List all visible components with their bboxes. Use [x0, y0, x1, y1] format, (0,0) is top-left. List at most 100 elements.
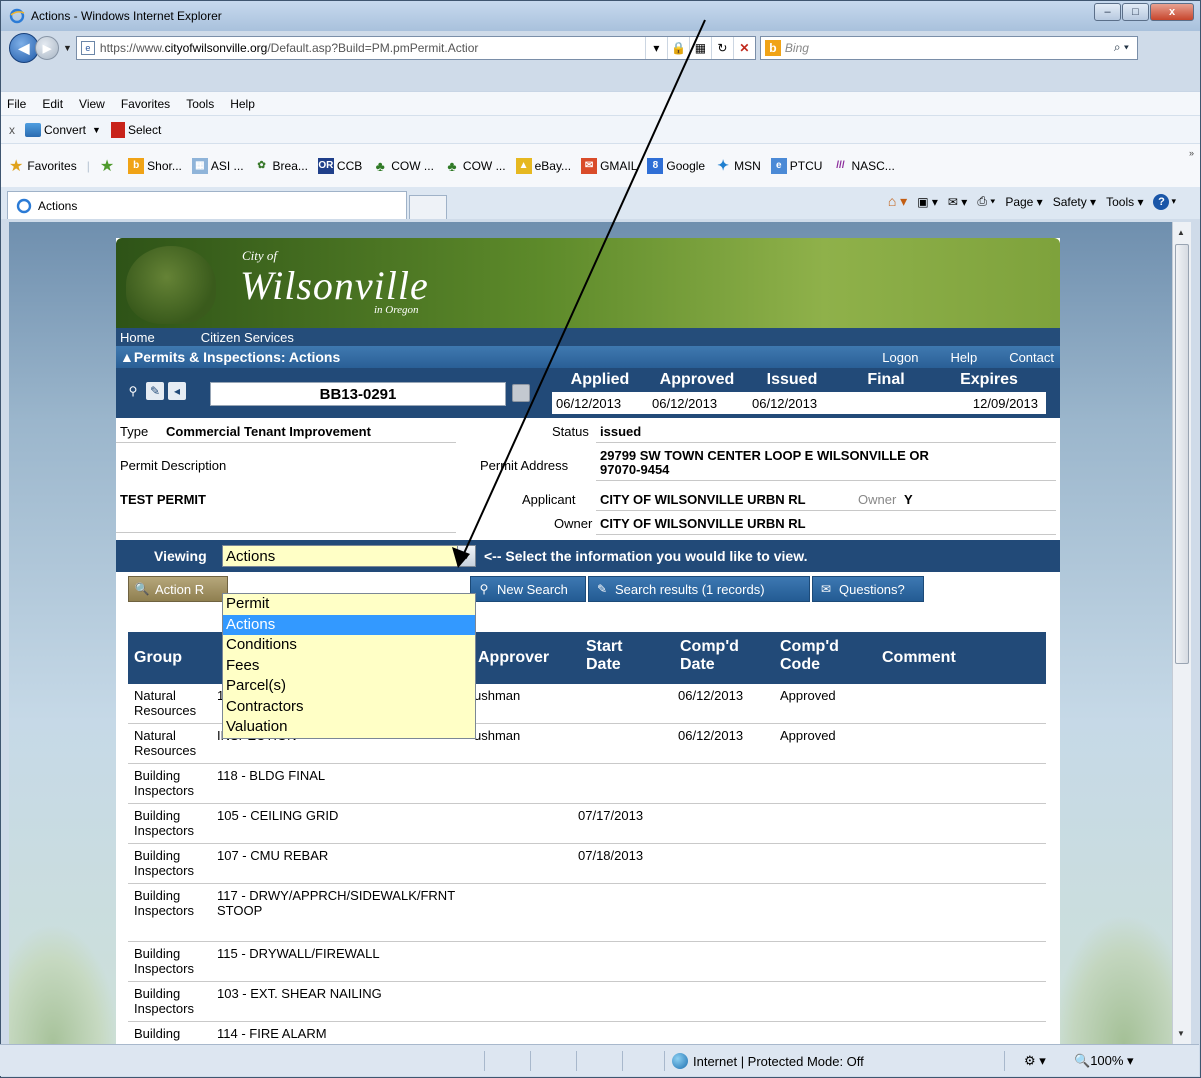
- favorites-button[interactable]: ★ Favorites: [9, 156, 77, 176]
- logon-link[interactable]: Logon: [882, 350, 918, 365]
- favorites-label: Favorites: [27, 158, 77, 173]
- tab-actions[interactable]: Actions: [7, 191, 407, 219]
- convert-button[interactable]: Convert: [44, 123, 86, 137]
- option-actions[interactable]: Actions: [223, 614, 475, 635]
- action-report-button[interactable]: 🔍 Action R: [128, 576, 228, 602]
- favorite-link-10[interactable]: ✦ MSN: [715, 157, 761, 174]
- close-toolbar-button[interactable]: x: [9, 123, 15, 137]
- favorite-link-11[interactable]: e PTCU: [770, 157, 822, 174]
- status-label: Status: [552, 424, 589, 439]
- search-results-button[interactable]: ✎ Search results (1 records): [588, 576, 810, 602]
- menu-favorites[interactable]: Favorites: [121, 97, 170, 111]
- nav-citizen-services[interactable]: Citizen Services: [201, 330, 294, 345]
- select-button[interactable]: Select: [128, 123, 161, 137]
- favorite-link-8[interactable]: ✉ GMAIL: [581, 157, 637, 174]
- favorite-link-6[interactable]: ♣ COW ...: [444, 158, 505, 174]
- lock-icon[interactable]: 🔒: [666, 37, 689, 59]
- security-zone[interactable]: Internet | Protected Mode: Off: [672, 1053, 864, 1069]
- favorite-link-9[interactable]: 8 Google: [647, 157, 705, 174]
- refresh-icon[interactable]: ↻: [710, 37, 733, 59]
- protected-mode-icon[interactable]: ⚙ ▾: [1024, 1053, 1046, 1069]
- add-favorite-icon: ★: [99, 157, 115, 175]
- menu-file[interactable]: File: [7, 97, 26, 111]
- forward-button[interactable]: ▶: [35, 36, 59, 60]
- search-placeholder: Bing: [784, 41, 809, 55]
- favorite-link-12[interactable]: /// NASC...: [832, 158, 895, 174]
- tools-menu[interactable]: Tools ▾: [1106, 195, 1143, 209]
- new-search-button[interactable]: ⚲ New Search: [470, 576, 586, 602]
- bing-icon: b: [764, 40, 781, 56]
- permit-number[interactable]: BB13-0291: [210, 382, 506, 406]
- option-parcels[interactable]: Parcel(s): [223, 676, 475, 697]
- option-valuation[interactable]: Valuation: [223, 717, 475, 738]
- divider: [596, 510, 1056, 511]
- logo-wilsonville: Wilsonville: [240, 263, 429, 308]
- scroll-up-icon[interactable]: ▲: [1177, 228, 1185, 237]
- mail-icon[interactable]: ✉ ▾: [948, 195, 967, 209]
- menu-tools[interactable]: Tools: [186, 97, 214, 111]
- help-dropdown-icon[interactable]: ▾: [1171, 196, 1176, 207]
- safety-menu[interactable]: Safety ▾: [1053, 195, 1096, 209]
- calculator-icon[interactable]: [512, 384, 530, 402]
- option-conditions[interactable]: Conditions: [223, 635, 475, 656]
- help-link[interactable]: Help: [950, 350, 977, 365]
- binoculars-icon[interactable]: ⚲: [124, 382, 142, 400]
- print-icon[interactable]: ⎙ ▾: [977, 194, 995, 209]
- convert-dropdown-icon[interactable]: ▼: [92, 125, 101, 135]
- nav-home[interactable]: Home: [120, 330, 155, 345]
- permit-type: Commercial Tenant Improvement: [166, 424, 371, 439]
- favorite-link-2[interactable]: ▦ ASI ...: [191, 157, 244, 174]
- menu-edit[interactable]: Edit: [42, 97, 63, 111]
- chevron-down-icon[interactable]: ▼: [457, 546, 475, 566]
- maximize-button[interactable]: □: [1122, 3, 1149, 21]
- divider: [596, 534, 1056, 535]
- menu-view[interactable]: View: [79, 97, 105, 111]
- vertical-scrollbar[interactable]: ▲ ▼: [1172, 222, 1191, 1044]
- option-permit[interactable]: Permit: [223, 594, 475, 615]
- favorite-link-3[interactable]: ✿ Brea...: [254, 158, 308, 174]
- applicant-name: CITY OF WILSONVILLE URBN RL: [600, 492, 806, 507]
- viewing-dropdown-list[interactable]: Permit Actions Conditions Fees Parcel(s)…: [222, 593, 476, 739]
- option-fees[interactable]: Fees: [223, 656, 475, 677]
- stop-icon[interactable]: ✕: [732, 37, 755, 59]
- scroll-down-icon[interactable]: ▼: [1177, 1029, 1185, 1038]
- home-icon[interactable]: ⌂ ▾: [888, 193, 907, 210]
- contact-link[interactable]: Contact: [1009, 350, 1054, 365]
- search-icon[interactable]: ⌕ ▾: [1114, 40, 1129, 55]
- convert-toolbar: x Convert ▼ Select: [1, 115, 1200, 143]
- edit-icon[interactable]: ✎: [146, 382, 164, 400]
- site-banner: City of Wilsonville in Oregon: [116, 238, 1060, 328]
- cell-action: 118 - BLDG FINAL: [217, 768, 326, 783]
- favorite-link-5[interactable]: ♣ COW ...: [372, 158, 434, 174]
- zoom-control[interactable]: 🔍100% ▾: [1074, 1053, 1134, 1069]
- feeds-icon[interactable]: ▣ ▾: [917, 195, 938, 209]
- compat-view-icon[interactable]: ▦: [688, 37, 711, 59]
- favorite-label: eBay...: [534, 158, 572, 173]
- scroll-thumb[interactable]: [1175, 244, 1189, 664]
- address-bar[interactable]: e https://www. cityofwilsonville.org/Defa…: [75, 36, 756, 60]
- help-icon[interactable]: ?: [1153, 193, 1170, 210]
- divider: [116, 532, 456, 533]
- address-dropdown-icon[interactable]: ▾: [644, 37, 667, 59]
- favorite-link-7[interactable]: ▲ eBay...: [515, 157, 572, 174]
- nasc-fav-icon: ///: [836, 160, 845, 171]
- close-window-button[interactable]: x: [1150, 3, 1194, 21]
- menu-help[interactable]: Help: [230, 97, 255, 111]
- questions-button[interactable]: ✉ Questions?: [812, 576, 924, 602]
- viewing-select[interactable]: Actions ▼: [222, 545, 476, 567]
- history-dropdown-icon[interactable]: ▼: [63, 43, 72, 53]
- favorite-link-4[interactable]: OR CCB: [317, 157, 362, 174]
- owner-flag: Y: [904, 492, 913, 507]
- new-tab-button[interactable]: [409, 195, 447, 219]
- search-box[interactable]: b Bing ⌕ ▾: [759, 36, 1138, 60]
- minimize-button[interactable]: –: [1094, 3, 1121, 21]
- option-contractors[interactable]: Contractors: [223, 697, 475, 718]
- viewing-bar: Viewing Actions ▼ <-- Select the informa…: [116, 540, 1060, 572]
- page-menu[interactable]: Page ▾: [1005, 195, 1042, 209]
- add-favorite-button[interactable]: ★: [100, 156, 118, 176]
- menu-bar: File Edit View Favorites Tools Help: [1, 91, 1200, 115]
- back-icon[interactable]: ◂: [168, 382, 186, 400]
- favorite-link-1[interactable]: b Shor...: [128, 157, 182, 174]
- banner-tree-image: [126, 246, 216, 324]
- favorites-overflow-icon[interactable]: »: [1189, 148, 1194, 158]
